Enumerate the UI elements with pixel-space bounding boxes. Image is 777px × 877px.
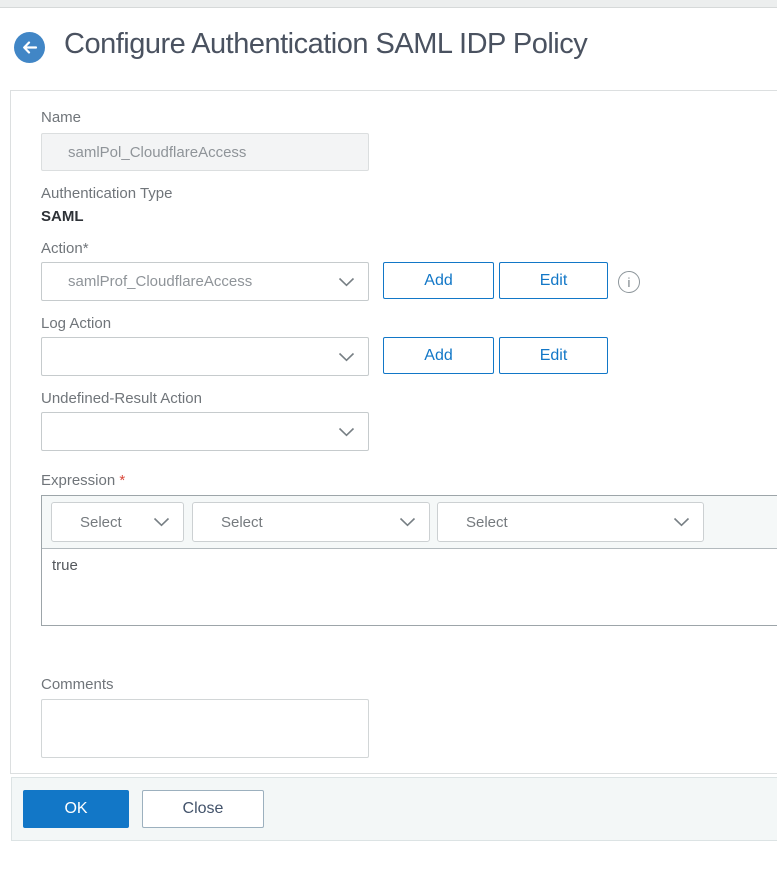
configure-saml-idp-policy-page: Configure Authentication SAML IDP Policy… xyxy=(0,0,777,877)
expression-select-1[interactable]: Select xyxy=(51,502,184,542)
log-action-label: Log Action xyxy=(41,315,112,332)
close-button[interactable]: Close xyxy=(142,790,264,828)
expression-select-3[interactable]: Select xyxy=(437,502,704,542)
comments-input[interactable] xyxy=(41,699,369,758)
action-label: Action* xyxy=(41,240,89,257)
arrow-left-icon xyxy=(22,41,38,54)
log-action-add-button[interactable]: Add xyxy=(383,337,494,374)
info-icon-glyph: i xyxy=(627,274,631,290)
comments-label: Comments xyxy=(41,676,114,693)
form-panel: Name Authentication Type SAML Action* sa… xyxy=(10,90,777,774)
required-asterisk: * xyxy=(119,472,126,489)
expression-builder-toolbar: Select Select Select xyxy=(42,496,777,549)
footer-bar: OK Close xyxy=(11,777,777,841)
log-action-select[interactable] xyxy=(41,337,369,376)
back-button[interactable] xyxy=(14,32,45,63)
auth-type-value: SAML xyxy=(41,208,84,225)
undefined-result-action-select[interactable] xyxy=(41,412,369,451)
name-label: Name xyxy=(41,109,82,126)
info-icon[interactable]: i xyxy=(618,271,640,293)
chevron-down-icon xyxy=(338,352,355,362)
chevron-down-icon xyxy=(338,277,355,287)
action-add-button[interactable]: Add xyxy=(383,262,494,299)
action-select[interactable]: samlProf_CloudflareAccess xyxy=(41,262,369,301)
page-title: Configure Authentication SAML IDP Policy xyxy=(64,28,588,60)
top-strip xyxy=(0,0,777,8)
expression-select-2-value: Select xyxy=(221,513,263,531)
action-select-value: samlProf_CloudflareAccess xyxy=(68,273,253,290)
undefined-result-action-label: Undefined-Result Action xyxy=(41,390,202,407)
expression-select-1-value: Select xyxy=(80,513,122,531)
chevron-down-icon xyxy=(673,517,690,527)
chevron-down-icon xyxy=(399,517,416,527)
expression-select-2[interactable]: Select xyxy=(192,502,430,542)
ok-button[interactable]: OK xyxy=(23,790,129,828)
expression-builder: Select Select Select true xyxy=(41,495,777,626)
action-edit-button[interactable]: Edit xyxy=(499,262,608,299)
log-action-edit-button[interactable]: Edit xyxy=(499,337,608,374)
expression-input[interactable]: true xyxy=(42,549,777,625)
expression-label-text: Expression xyxy=(41,472,116,489)
expression-select-3-value: Select xyxy=(466,513,508,531)
chevron-down-icon xyxy=(338,427,355,437)
expression-label: Expression * xyxy=(41,472,125,489)
name-input xyxy=(41,133,369,171)
chevron-down-icon xyxy=(153,517,170,527)
auth-type-label: Authentication Type xyxy=(41,185,173,202)
